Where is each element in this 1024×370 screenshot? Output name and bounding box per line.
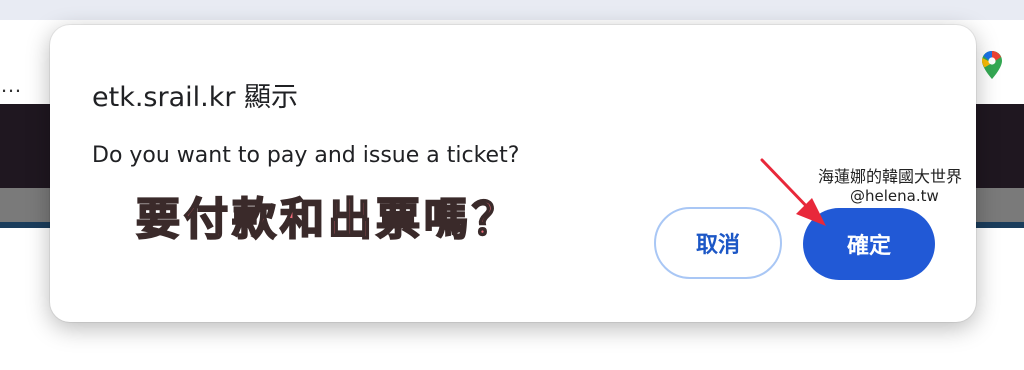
annotation-arrow-icon	[760, 158, 826, 226]
